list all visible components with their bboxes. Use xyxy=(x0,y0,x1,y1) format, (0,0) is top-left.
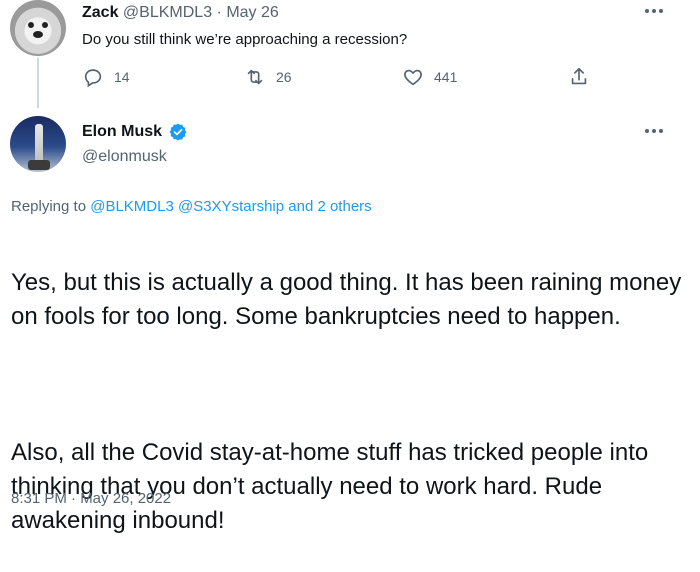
author-name[interactable]: Elon Musk xyxy=(82,123,162,141)
reply-count: 14 xyxy=(114,69,130,85)
author-handle[interactable]: @elonmusk xyxy=(82,148,167,166)
reply-button[interactable]: 14 xyxy=(82,64,130,90)
tweet-text: Yes, but this is actually a good thing. … xyxy=(11,232,700,572)
reply-text: Do you still think we’re approaching a r… xyxy=(82,31,408,48)
avatar[interactable] xyxy=(10,0,66,56)
replying-others[interactable]: and 2 others xyxy=(288,198,371,215)
share-icon xyxy=(571,67,587,85)
replying-handle[interactable]: @S3XYstarship xyxy=(178,198,284,215)
more-button[interactable] xyxy=(642,124,666,138)
separator: · xyxy=(212,4,227,21)
avatar-detail xyxy=(33,31,43,38)
thread-line xyxy=(37,58,39,108)
tweet-paragraph: Yes, but this is actually a good thing. … xyxy=(11,269,682,330)
retweet-count: 26 xyxy=(276,69,292,85)
avatar-detail xyxy=(42,22,48,28)
avatar[interactable] xyxy=(10,116,66,172)
timestamp[interactable]: 8:31 PM · May 26, 2022 xyxy=(11,490,171,507)
like-count: 441 xyxy=(434,69,458,85)
replying-handle[interactable]: @BLKMDL3 xyxy=(90,198,174,215)
like-button[interactable]: 441 xyxy=(402,64,457,90)
reply-author-line: Zack @BLKMDL3 · May 26 xyxy=(82,4,279,22)
more-icon xyxy=(642,124,666,138)
share-button[interactable] xyxy=(568,64,590,90)
reply-icon xyxy=(84,69,102,88)
more-icon xyxy=(642,4,666,18)
replying-to: Replying to @BLKMDL3 @S3XYstarship and 2… xyxy=(11,198,372,215)
action-bar: 14 26 441 xyxy=(82,64,602,90)
avatar-detail xyxy=(28,22,34,28)
reply-author-name[interactable]: Zack xyxy=(82,4,118,21)
retweet-button[interactable]: 26 xyxy=(244,64,292,90)
author-name-row: Elon Musk xyxy=(82,122,188,142)
tweet-paragraph: Also, all the Covid stay-at-home stuff h… xyxy=(11,439,649,534)
reply-author-handle[interactable]: @BLKMDL3 xyxy=(123,4,212,21)
heart-icon xyxy=(404,69,422,86)
replying-label: Replying to xyxy=(11,198,87,215)
verified-badge-icon xyxy=(169,123,187,141)
reply-date[interactable]: May 26 xyxy=(226,4,278,21)
retweet-icon xyxy=(247,69,263,85)
more-button[interactable] xyxy=(642,4,666,18)
avatar-detail xyxy=(35,124,43,164)
avatar-detail xyxy=(28,160,50,170)
